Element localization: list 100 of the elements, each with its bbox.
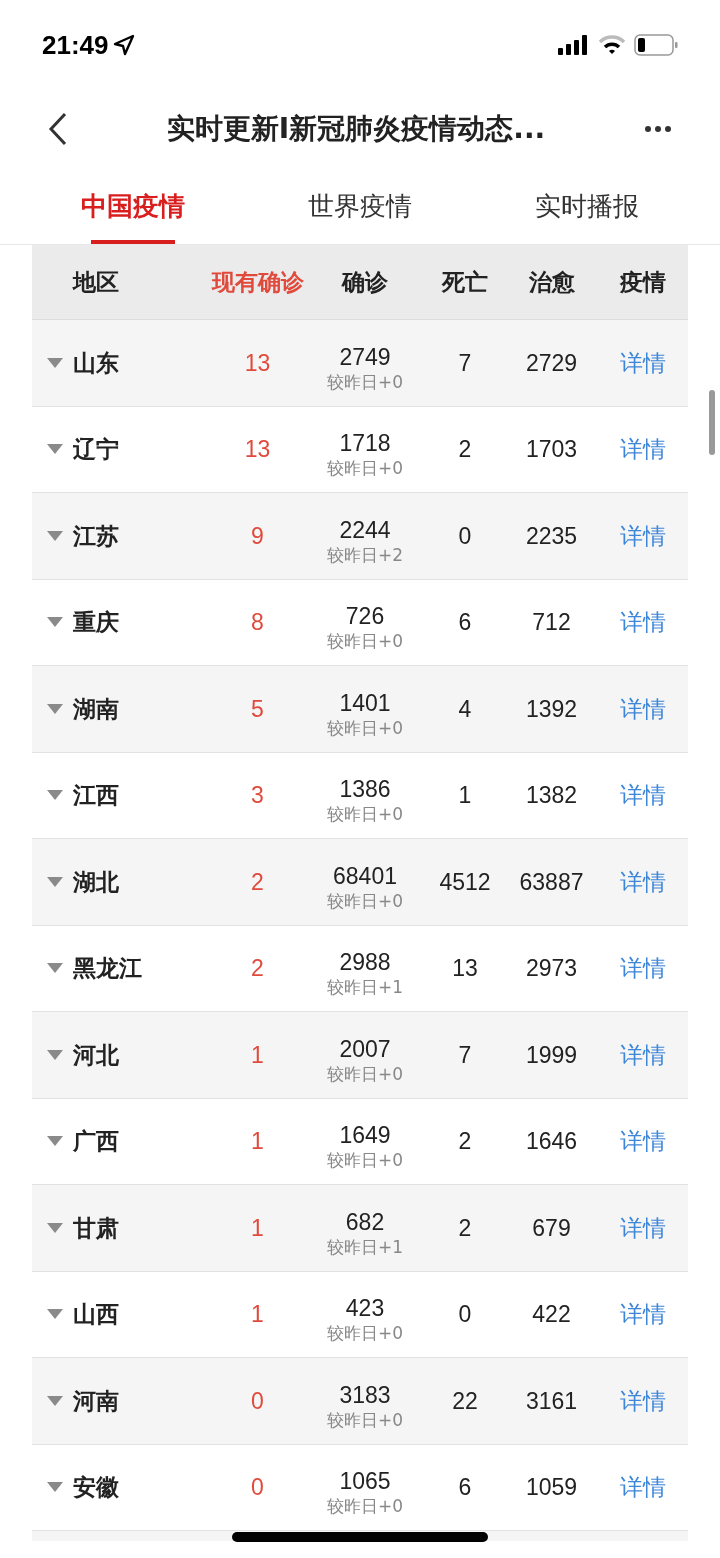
expand-caret-icon[interactable]: [47, 357, 63, 368]
daily-change: 较昨日+2: [326, 543, 404, 566]
cured-cases: 712: [532, 608, 571, 637]
details-link[interactable]: 详情: [620, 605, 666, 640]
tab[interactable]: 实时播报: [473, 168, 700, 244]
deaths: 2: [458, 435, 472, 464]
details-link[interactable]: 详情: [620, 778, 666, 813]
cured-cases: 2973: [525, 954, 578, 983]
daily-change: 较昨日+0: [326, 1408, 404, 1431]
table-row[interactable]: 重庆 8 726 较昨日+0 6 712 详情: [32, 579, 688, 666]
table-row[interactable]: 广西 1 1649 较昨日+0 2 1646 详情: [32, 1098, 688, 1185]
cured-cases: 1059: [525, 1473, 578, 1502]
deaths: 6: [458, 608, 472, 637]
details-link[interactable]: 详情: [620, 1297, 666, 1332]
confirmed-cases: 726: [345, 602, 385, 631]
daily-change: 较昨日+1: [326, 976, 404, 999]
scrollbar: [709, 390, 715, 455]
cured-cases: 1999: [525, 1040, 578, 1070]
deaths: 4512: [439, 867, 491, 897]
confirmed-cases: 2244: [339, 515, 391, 544]
deaths: 0: [458, 521, 472, 551]
deaths: 7: [458, 1040, 472, 1070]
expand-caret-icon[interactable]: [47, 530, 63, 541]
column-header[interactable]: 治愈: [528, 264, 575, 300]
daily-change: 较昨日+0: [326, 370, 404, 393]
current-cases: 5: [251, 694, 264, 724]
region-name: 黑龙江: [73, 954, 142, 983]
deaths: 22: [452, 1386, 478, 1416]
current-cases: 1: [251, 1213, 264, 1243]
column-header[interactable]: 死亡: [442, 264, 488, 300]
expand-caret-icon[interactable]: [47, 1482, 63, 1493]
table-row[interactable]: 黑龙江 2 2988 较昨日+1 13 2973 详情: [32, 925, 688, 1012]
details-link[interactable]: 详情: [620, 951, 666, 986]
current-cases: 1: [251, 1127, 264, 1156]
current-cases: 8: [251, 608, 264, 637]
daily-change: 较昨日+0: [326, 457, 404, 480]
chevron-left-icon: [48, 112, 68, 146]
region-name: 安徽: [73, 1473, 119, 1502]
region-name: 辽宁: [73, 435, 119, 464]
current-cases: 1: [251, 1040, 264, 1070]
confirmed-cases: 1718: [339, 429, 391, 458]
cured-cases: 1382: [525, 781, 578, 810]
region-name: 山西: [73, 1300, 119, 1329]
table-row[interactable]: 山西 1 423 较昨日+0 0 422 详情: [32, 1271, 688, 1358]
region-name: 湖北: [73, 867, 119, 897]
column-header[interactable]: 确诊: [342, 264, 388, 300]
deaths: 6: [458, 1473, 472, 1502]
cured-cases: 2235: [525, 521, 578, 551]
table-row[interactable]: 安徽 0 1065 较昨日+0 6 1059 详情: [32, 1444, 688, 1531]
daily-change: 较昨日+0: [326, 716, 404, 739]
confirmed-cases: 423: [345, 1294, 385, 1323]
confirmed-cases: 3183: [339, 1380, 391, 1409]
expand-caret-icon[interactable]: [47, 1309, 63, 1320]
daily-change: 较昨日+1: [326, 1235, 404, 1258]
cured-cases: 679: [532, 1213, 571, 1243]
expand-caret-icon[interactable]: [47, 963, 63, 974]
confirmed-cases: 682: [345, 1207, 385, 1236]
cured-cases: 3161: [525, 1386, 578, 1416]
expand-caret-icon[interactable]: [47, 1136, 63, 1147]
current-cases: 3: [251, 781, 264, 810]
current-cases: 2: [251, 867, 264, 897]
current-cases: 2: [251, 954, 264, 983]
location-arrow-icon: [112, 34, 135, 56]
deaths: 2: [458, 1127, 472, 1156]
column-header[interactable]: 疫情: [620, 264, 666, 300]
expand-caret-icon[interactable]: [47, 876, 63, 887]
daily-change: 较昨日+0: [326, 1062, 404, 1085]
expand-caret-icon[interactable]: [47, 1222, 63, 1233]
daily-change: 较昨日+0: [326, 1149, 404, 1172]
region-name: 广西: [73, 1127, 119, 1156]
expand-caret-icon[interactable]: [47, 617, 63, 628]
deaths: 4: [458, 694, 472, 724]
expand-caret-icon[interactable]: [47, 1049, 63, 1060]
expand-caret-icon[interactable]: [47, 790, 63, 801]
details-link[interactable]: 详情: [620, 432, 666, 467]
daily-change: 较昨日+0: [326, 889, 404, 912]
cured-cases: 63887: [519, 867, 584, 897]
details-link[interactable]: 详情: [620, 1124, 666, 1159]
expand-caret-icon[interactable]: [47, 444, 63, 455]
column-header[interactable]: 地区: [32, 268, 119, 295]
tab[interactable]: 世界疫情: [246, 168, 474, 244]
table-row[interactable]: 辽宁 13 1718 较昨日+0 2 1703 详情: [32, 406, 688, 493]
deaths: 13: [452, 954, 478, 983]
confirmed-cases: 68401: [333, 861, 397, 890]
confirmed-cases: 1065: [339, 1467, 391, 1496]
current-cases: 13: [244, 435, 271, 464]
region-name: 湖南: [73, 694, 119, 724]
details-link[interactable]: 详情: [620, 1470, 666, 1505]
expand-caret-icon[interactable]: [47, 703, 63, 714]
signal-icon: [558, 35, 590, 55]
daily-change: 较昨日+0: [326, 803, 404, 826]
deaths: 7: [458, 348, 472, 378]
table-row[interactable]: 江西 3 1386 较昨日+0 1 1382 详情: [32, 752, 688, 839]
expand-caret-icon[interactable]: [47, 1395, 63, 1406]
battery-icon: [634, 34, 678, 56]
page-title: 实时更新I新冠肺炎疫情动态...: [165, 111, 547, 147]
cured-cases: 422: [532, 1300, 571, 1329]
region-name: 河南: [73, 1386, 119, 1416]
tab[interactable]: 中国疫情: [20, 168, 247, 244]
region-name: 重庆: [73, 608, 119, 637]
